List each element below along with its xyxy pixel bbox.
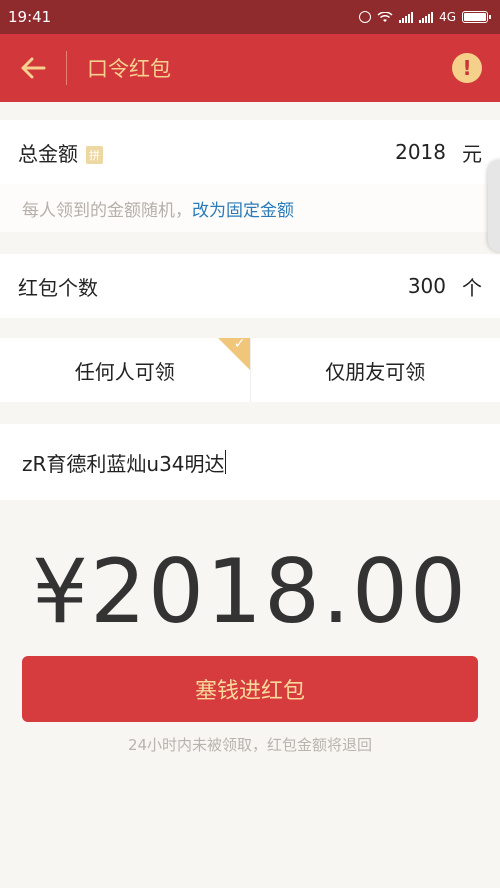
option-anyone[interactable]: 任何人可领 ✓ — [0, 336, 250, 402]
signal-icon — [419, 11, 434, 23]
side-drawer-handle[interactable] — [488, 160, 500, 252]
packet-count-value[interactable]: 300 — [408, 274, 446, 298]
battery-icon — [462, 11, 491, 23]
status-time: 19:41 — [8, 8, 52, 26]
back-button[interactable] — [0, 34, 66, 102]
page-title: 口令红包 — [87, 57, 171, 81]
wifi-icon — [377, 11, 393, 22]
network-type: 4G — [439, 10, 456, 24]
submit-button[interactable]: 塞钱进红包 — [22, 656, 478, 722]
option-friends-only[interactable]: 仅朋友可领 — [249, 338, 500, 402]
text-caret — [224, 450, 227, 474]
hint-text: 每人领到的金额随机， — [22, 200, 192, 221]
password-input[interactable]: zR育德利蓝灿u34明达 — [22, 448, 225, 477]
total-amount-row[interactable]: 总金额拼 2018 元 — [0, 120, 500, 184]
packet-count-value-group: 300 个 — [408, 272, 482, 301]
total-amount-label: 总金额拼 — [18, 138, 103, 167]
status-icons: 4G — [359, 10, 491, 24]
fixed-amount-link[interactable]: 改为固定金额 — [192, 196, 294, 221]
status-bar: 19:41 4G — [0, 0, 500, 34]
refund-note: 24小时内未被领取，红包金额将退回 — [127, 736, 373, 754]
amount-display: ¥2018.00 — [32, 540, 468, 643]
packet-count-row[interactable]: 红包个数 300 个 — [0, 254, 500, 318]
total-amount-value[interactable]: 2018 — [395, 140, 446, 164]
total-amount-value-group: 2018 元 — [395, 138, 482, 167]
packet-count-unit: 个 — [462, 275, 482, 300]
packet-count-label: 红包个数 — [18, 275, 98, 300]
alarm-icon — [359, 11, 372, 23]
amount-hint: 每人领到的金额随机， 改为固定金额 — [0, 184, 500, 232]
signal-icon — [399, 11, 414, 23]
nav-divider — [66, 51, 67, 85]
pin-badge: 拼 — [86, 146, 103, 164]
exclamation-circle-icon[interactable]: ! — [452, 53, 482, 83]
checkmark-icon: ✓ — [233, 336, 246, 352]
total-amount-unit: 元 — [462, 141, 482, 166]
password-input-row[interactable]: zR育德利蓝灿u34明达 — [0, 424, 500, 500]
total-amount-label-text: 总金额 — [18, 141, 78, 166]
option-friends-label: 仅朋友可领 — [325, 359, 426, 384]
nav-bar: 口令红包 ! — [0, 34, 500, 102]
audience-selector: 任何人可领 ✓ 仅朋友可领 — [0, 336, 500, 402]
option-anyone-label: 任何人可领 — [74, 359, 175, 384]
arrow-left-icon — [21, 57, 46, 79]
